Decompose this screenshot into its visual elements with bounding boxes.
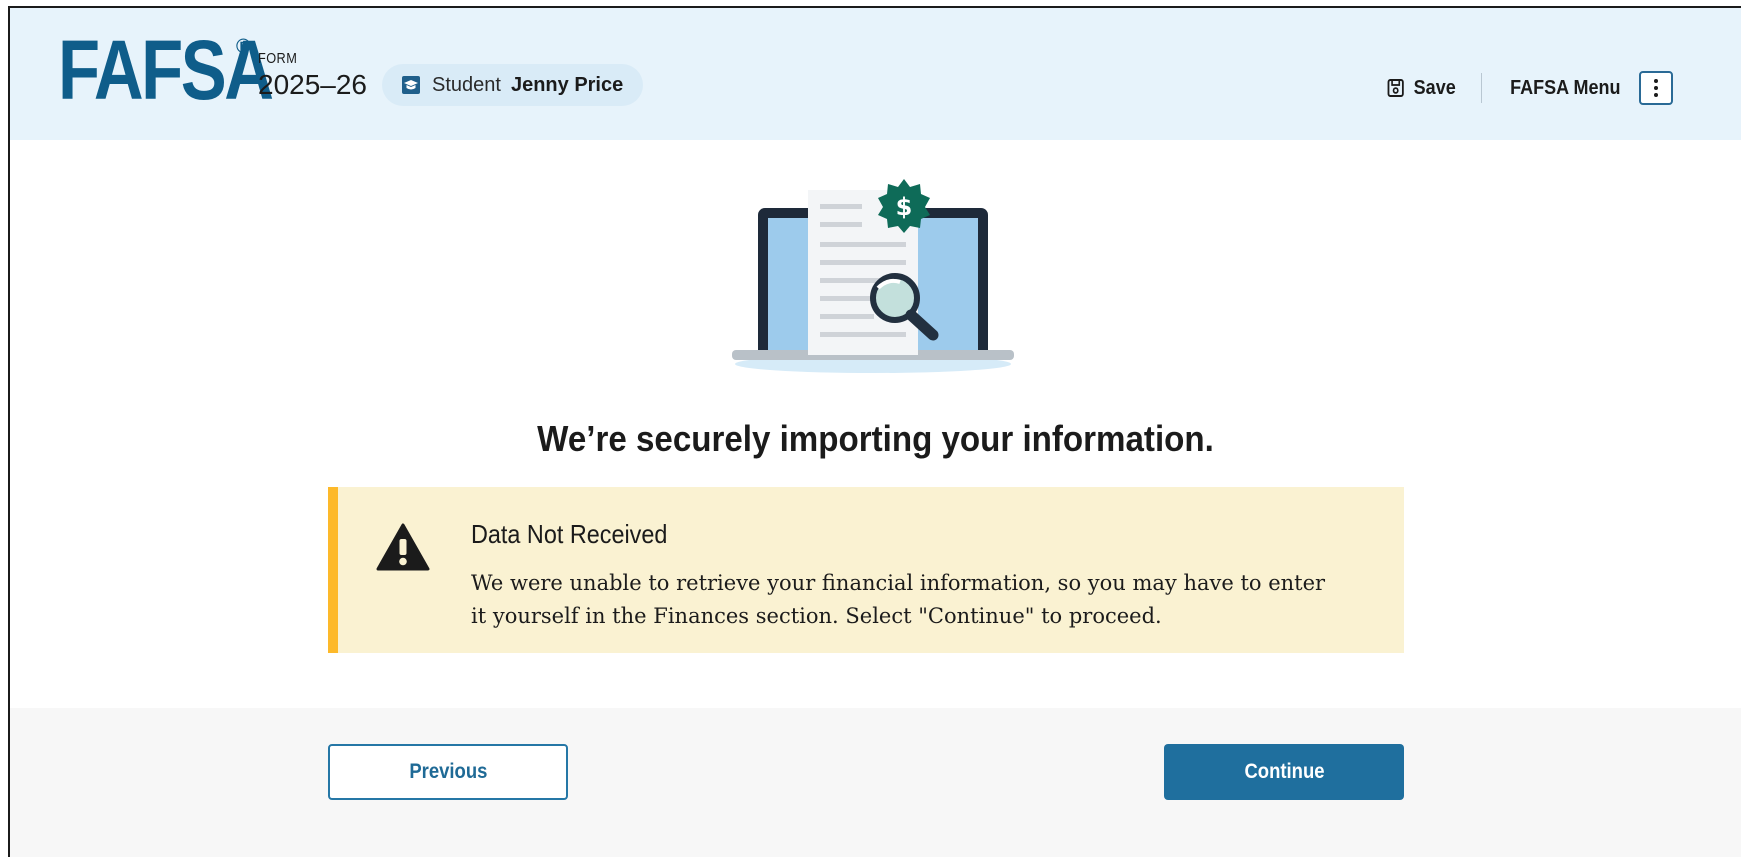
page-headline: We’re securely importing your informatio…	[537, 418, 1214, 459]
fafsa-logo[interactable]: FAFSA ®	[58, 23, 274, 117]
header-actions: Save FAFSA Menu	[1379, 70, 1673, 106]
kebab-menu-icon	[1639, 71, 1673, 105]
alert-message-line-1: We were unable to retrieve your financia…	[471, 571, 1326, 595]
footer-navigation: Previous Continue	[10, 708, 1741, 857]
laptop-document-search-dollar-illustration: $	[732, 179, 1014, 373]
warning-alert: Data Not Received We were unable to retr…	[328, 487, 1404, 653]
logo-text: FAFSA	[58, 23, 274, 117]
fafsa-menu-button[interactable]: FAFSA Menu	[1504, 71, 1673, 105]
previous-label: Previous	[408, 760, 488, 783]
alert-message: We were unable to retrieve your financia…	[471, 567, 1371, 633]
student-badge: Student Jenny Price	[382, 64, 644, 106]
student-name: Jenny Price	[510, 73, 624, 96]
header: FAFSA ® FORM 2025–26 Student Jenny Price	[10, 8, 1741, 140]
student-label: Student	[432, 73, 501, 96]
save-label: Save	[1413, 76, 1456, 99]
graduation-cap-icon	[402, 76, 420, 94]
form-label: FORM	[258, 50, 298, 67]
fafsa-menu-label: FAFSA Menu	[1510, 76, 1621, 99]
previous-button[interactable]: Previous	[328, 744, 568, 800]
warning-triangle-icon	[376, 523, 430, 571]
svg-text:$: $	[896, 193, 913, 221]
alert-message-line-2: it yourself in the Finances section. Sel…	[471, 604, 1162, 628]
save-icon	[1387, 79, 1404, 97]
continue-button[interactable]: Continue	[1164, 744, 1404, 800]
alert-title: Data Not Received	[471, 519, 668, 549]
continue-label: Continue	[1243, 760, 1325, 783]
form-year: 2025–26	[258, 69, 368, 100]
header-divider	[1481, 73, 1483, 103]
form-year-block: FORM 2025–26	[258, 50, 367, 101]
save-button[interactable]: Save	[1386, 77, 1455, 100]
page-frame: FAFSA ® FORM 2025–26 Student Jenny Price	[8, 6, 1741, 857]
